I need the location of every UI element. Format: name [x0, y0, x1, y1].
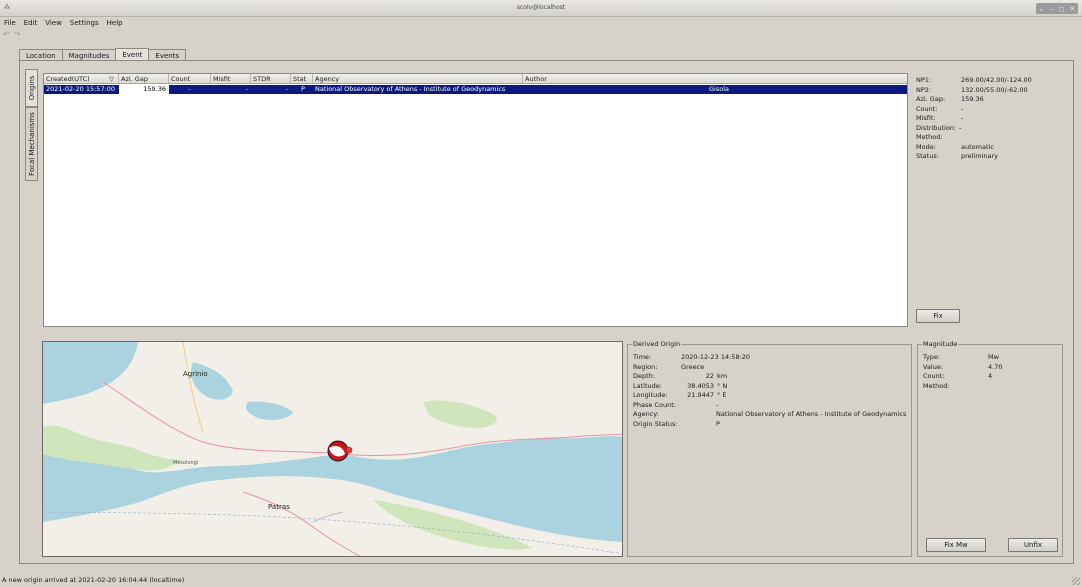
minimize-icon[interactable]: ⌄: [1039, 5, 1045, 13]
menu-edit[interactable]: Edit: [20, 18, 42, 29]
fix-mw-button[interactable]: Fix Mw: [926, 538, 986, 552]
tab-event[interactable]: Event: [115, 48, 150, 60]
side-tab-focal-mechanisms[interactable]: Focal Mechanisms: [25, 107, 38, 181]
table-row[interactable]: 2021-02-20 15:57:00 159.36 - - - P Natio…: [44, 85, 907, 94]
forward-icon[interactable]: ↷: [14, 30, 21, 41]
cell-agency: National Observatory of Athens - Institu…: [315, 85, 506, 93]
toolbar: ↶ ↷: [3, 30, 20, 41]
magnitude-group: Magnitude Type: Mw Value: 4.70 Count: 4 Met…: [917, 339, 1063, 557]
cell-stdr: -: [285, 85, 288, 93]
maximize-icon[interactable]: ◻: [1058, 5, 1064, 13]
magnitude-method: Method:: [923, 381, 950, 390]
cell-count: -: [188, 85, 191, 93]
derived-origin-group: Derived Origin Time: 2020-12-23 14:58:20 …: [627, 339, 912, 557]
col-author[interactable]: Author: [523, 74, 908, 84]
cell-created: 2021-02-20 15:57:00: [46, 85, 116, 93]
info-np2: NP2: 132.00/55.00/-62.00: [916, 85, 1028, 94]
menu-view[interactable]: View: [41, 18, 66, 29]
info-method: Method:: [916, 133, 943, 141]
info-np1: NP1: 269.00/42.00/-124.00: [916, 76, 1032, 84]
info-misfit: Misfit: -: [916, 114, 964, 122]
col-created[interactable]: Created(UTC) ▽: [44, 74, 119, 84]
restore-icon[interactable]: –: [1050, 5, 1054, 13]
col-stdr[interactable]: STDR: [251, 74, 291, 84]
origin-status: Origin Status: P: [633, 419, 720, 428]
origin-latitude: Latitude: 38.4053 ° N: [633, 381, 728, 390]
menu-file[interactable]: File: [0, 18, 20, 29]
map-label-mesolongi: Mesolongi: [173, 460, 199, 466]
status-bar: A new origin arrived at 2021-02-20 16:04…: [2, 576, 185, 584]
table-header: Created(UTC) ▽ Azi. Gap Count Misfit STDR…: [44, 74, 907, 84]
window-title: scolv@localhost: [516, 4, 566, 11]
menu-settings[interactable]: Settings: [66, 18, 103, 29]
epicenter-icon: [345, 446, 353, 454]
derived-origin-title: Derived Origin: [632, 339, 682, 349]
cell-author: Gisola: [709, 85, 729, 93]
origin-longitude: Longitude: 21.9447 ° E: [633, 391, 727, 399]
map-label-agrinio: Agrinio: [183, 370, 208, 378]
side-tab-origins[interactable]: Origins: [25, 69, 38, 107]
origin-region: Region: Greece: [633, 362, 705, 371]
back-icon[interactable]: ↶: [3, 30, 10, 41]
col-count[interactable]: Count: [169, 74, 211, 84]
window-controls: ⌄ – ◻ ✕: [1036, 3, 1078, 14]
map-canvas: [43, 342, 622, 556]
focal-mechanism-info: NP1: 269.00/42.00/-124.00 NP2: 132.00/55.0…: [916, 76, 1066, 162]
origins-table: Created(UTC) ▽ Azi. Gap Count Misfit STDR…: [43, 73, 908, 327]
col-agency[interactable]: Agency: [313, 74, 523, 84]
magnitude-value: Value: 4.70: [923, 362, 1003, 371]
info-azi-gap: Azi. Gap: 159.36: [916, 95, 984, 103]
beachball-icon[interactable]: [327, 440, 349, 462]
origin-depth: Depth: 22 km: [633, 372, 728, 380]
cell-stat: P: [301, 85, 305, 93]
info-count: Count: -: [916, 104, 964, 113]
sort-indicator-icon: ▽: [109, 75, 114, 83]
cell-misfit: -: [245, 85, 248, 93]
close-icon[interactable]: ✕: [1070, 5, 1076, 13]
magnitude-count: Count: 4: [923, 372, 993, 380]
map-label-patras: Patras: [268, 503, 290, 511]
menu-help[interactable]: Help: [103, 18, 127, 29]
magnitude-title: Magnitude: [922, 339, 959, 349]
title-bar: ⁂ scolv@localhost ⌄ – ◻ ✕: [0, 0, 1082, 17]
event-map[interactable]: Agrinio Mesolongi Patras: [42, 341, 623, 557]
origin-agency: Agency: National Observatory of Athens - …: [633, 410, 907, 418]
resize-grip-icon[interactable]: [1072, 577, 1080, 585]
magnitude-type: Type: Mw: [923, 353, 999, 361]
menu-bar: File Edit View Settings Help: [0, 18, 127, 29]
cell-azi-gap: 159.36: [119, 85, 169, 94]
fix-button[interactable]: Fix: [916, 309, 960, 323]
info-mode: Mode: automatic: [916, 142, 994, 151]
origin-time: Time: 2020-12-23 14:58:20: [633, 353, 751, 361]
col-azi-gap[interactable]: Azi. Gap: [119, 74, 169, 84]
col-stat[interactable]: Stat: [291, 74, 313, 84]
col-misfit[interactable]: Misfit: [211, 74, 251, 84]
unfix-button[interactable]: Unfix: [1008, 538, 1058, 552]
info-distribution: Distribution: -: [916, 123, 962, 132]
origin-phase-count: Phase Count: -: [633, 400, 719, 409]
info-status: Status: preliminary: [916, 152, 999, 160]
